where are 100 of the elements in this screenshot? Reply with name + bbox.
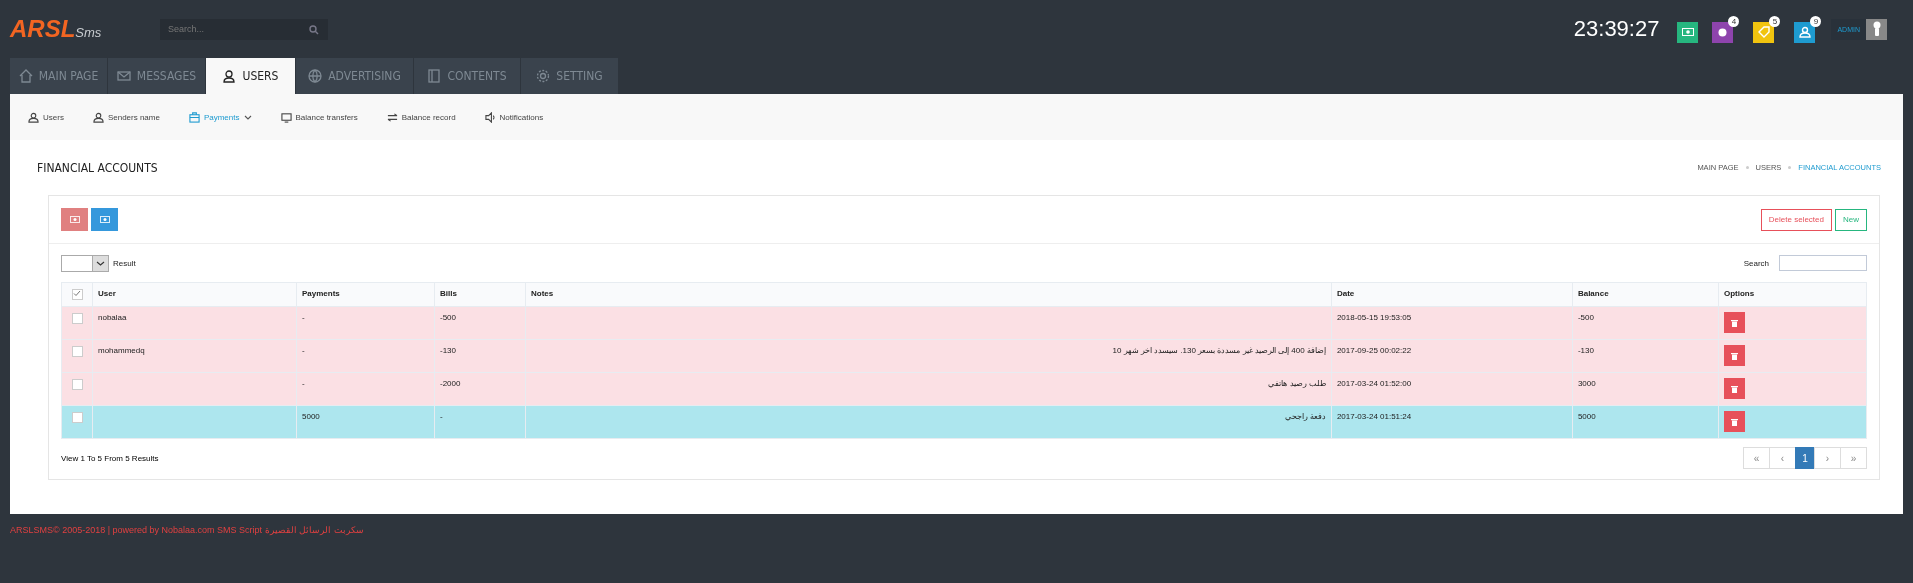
case-icon: [188, 111, 200, 123]
table-cell: -: [302, 379, 305, 388]
table-cell: -: [302, 313, 305, 322]
banknote-icon: [99, 216, 110, 223]
nav-tab[interactable]: MAIN PAGE: [10, 58, 107, 94]
column-header: Options: [1718, 282, 1867, 307]
delete-button[interactable]: [1723, 378, 1745, 399]
table-cell: nobalaa: [98, 313, 127, 322]
nav-tab[interactable]: CONTENTS: [414, 58, 520, 94]
person-icon: [1871, 21, 1882, 37]
table-cell: 3000: [1577, 379, 1596, 388]
column-header: User: [92, 282, 297, 307]
swap-icon: [386, 111, 398, 123]
table-cell: -130: [1577, 346, 1594, 355]
table-cell: -: [302, 346, 305, 355]
table-cell: -500: [1577, 313, 1594, 322]
page-button[interactable]: »: [1840, 447, 1867, 469]
subnav-link[interactable]: Balance record: [386, 111, 456, 123]
select-all-checkbox[interactable]: [71, 289, 83, 300]
delete-selected-button[interactable]: Delete selected: [1760, 208, 1832, 231]
table-cell: 2017-03-24 01:51:24: [1336, 412, 1412, 421]
column-header: Notes: [525, 282, 1332, 307]
table-cell-text: إضافة 400 إلى الرصيد غير مسددة بسعر 130. سيسدد اخر شهر 10: [1111, 346, 1326, 355]
page-button[interactable]: «: [1743, 447, 1770, 469]
page-button[interactable]: ‹: [1769, 447, 1796, 469]
column-header: Balance: [1572, 282, 1719, 307]
user-icon: [92, 111, 104, 123]
trash-icon: [1730, 384, 1738, 393]
gear-icon: [536, 69, 551, 83]
page-button[interactable]: 1: [1795, 447, 1815, 469]
row-checkbox[interactable]: [71, 379, 83, 390]
search-field[interactable]: Search...: [160, 18, 328, 40]
row-checkbox[interactable]: [71, 346, 83, 357]
monitor-icon: [280, 111, 292, 123]
user-icon: [1798, 26, 1811, 38]
footer-text: ARSLSMS© 2005-2018 | powered by Nobalaa.com SMS Script سكربت الرسائل القصيرة: [10, 524, 364, 535]
trash-icon: [1730, 318, 1738, 327]
table-cell: 5000: [1577, 412, 1596, 421]
mail-icon: [116, 69, 131, 83]
new-button[interactable]: New: [1835, 208, 1867, 231]
count-badge: 4: [1728, 15, 1740, 27]
avatar[interactable]: [1866, 18, 1887, 40]
nav-tab[interactable]: ADVERTISING: [296, 58, 413, 94]
count-badge: 5: [1769, 15, 1781, 27]
table-cell: mohammedq: [98, 346, 145, 355]
page-button[interactable]: ›: [1814, 447, 1841, 469]
breadcrumb-separator: [1788, 166, 1792, 169]
table-cell: -: [440, 412, 443, 421]
book-icon: [427, 69, 442, 83]
users-icon: [28, 111, 39, 123]
banknote-icon: [1681, 28, 1694, 36]
users-icon: [222, 69, 237, 83]
delete-button[interactable]: [1723, 345, 1745, 366]
table-cell: 5000: [302, 412, 320, 421]
globe-icon: [308, 69, 323, 83]
chevron-down-icon: [96, 260, 105, 266]
delete-button[interactable]: [1723, 411, 1745, 432]
export-button[interactable]: [61, 208, 88, 231]
subnav-link[interactable]: Senders name: [92, 111, 160, 123]
subnav-link[interactable]: Users: [28, 111, 64, 123]
dot-icon: [1718, 27, 1728, 37]
trash-icon: [1730, 417, 1738, 426]
table-cell-text: طلب رصيد هاتفي: [1267, 379, 1326, 388]
table-search-field[interactable]: [1779, 255, 1867, 271]
page-title: FINANCIAL ACCOUNTS: [37, 160, 158, 175]
subnav-link[interactable]: Balance transfers: [280, 111, 358, 123]
page-size-label: Result: [113, 258, 136, 268]
export-button[interactable]: [91, 208, 118, 231]
table-cell: -130: [440, 346, 456, 355]
column-header: Date: [1331, 282, 1573, 307]
nav-tab[interactable]: SETTING: [521, 58, 618, 94]
home-icon: [18, 69, 33, 83]
logo[interactable]: ARSLSms: [10, 15, 150, 43]
table-cell: -2000: [440, 379, 461, 388]
clock: 23:39:27: [1573, 16, 1660, 42]
table-cell: 2017-09-25 00:02:22: [1336, 346, 1412, 355]
subnav-link[interactable]: Notifications: [484, 111, 544, 123]
column-header: Payments: [296, 282, 435, 307]
page-size-select[interactable]: [61, 254, 109, 272]
delete-button[interactable]: [1723, 312, 1745, 333]
table-cell: 2017-03-24 01:52:00: [1336, 379, 1412, 388]
tag-icon: [1757, 26, 1770, 38]
notification-button[interactable]: [1794, 21, 1816, 43]
notification-button[interactable]: [1753, 21, 1775, 43]
banknote-icon: [69, 216, 80, 223]
nav-tab[interactable]: USERS: [206, 58, 295, 94]
notification-button[interactable]: [1677, 21, 1699, 43]
search-icon: [309, 24, 319, 35]
table-cell: 2018-05-15 19:53:05: [1336, 313, 1412, 322]
speaker-icon: [484, 111, 496, 123]
breadcrumb-separator: [1745, 166, 1749, 169]
trash-icon: [1730, 351, 1738, 360]
nav-tab[interactable]: MESSAGES: [108, 58, 205, 94]
row-checkbox[interactable]: [71, 313, 83, 324]
table-cell: -500: [440, 313, 456, 322]
column-header: Bills: [434, 282, 526, 307]
subnav-link[interactable]: Payments: [188, 111, 252, 123]
notification-button[interactable]: [1712, 21, 1734, 43]
row-checkbox[interactable]: [71, 412, 83, 423]
count-badge: 9: [1810, 15, 1822, 27]
